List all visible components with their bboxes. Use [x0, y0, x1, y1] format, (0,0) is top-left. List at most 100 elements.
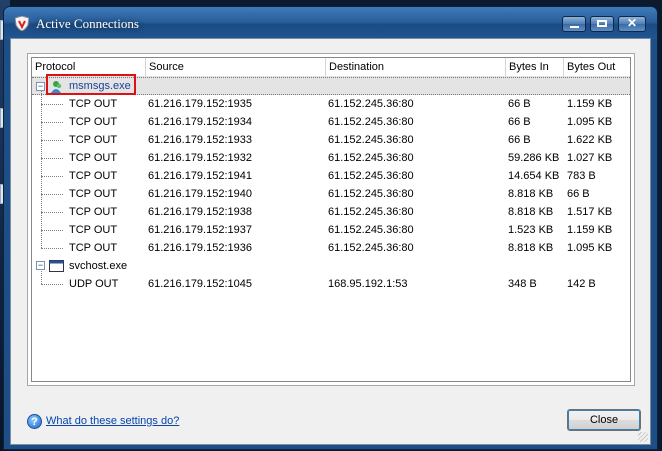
cell-destination: 61.152.245.36:80	[328, 206, 414, 218]
cell-source: 61.216.179.152:1933	[148, 134, 252, 146]
cell-protocol: TCP OUT	[69, 242, 118, 254]
cell-bytes-in: 59.286 KB	[508, 152, 560, 164]
cell-bytes-out: 1.517 KB	[567, 206, 613, 218]
cell-bytes-in: 1.523 KB	[508, 224, 554, 236]
cell-bytes-out: 1.095 KB	[567, 116, 613, 128]
cell-bytes-in: 8.818 KB	[508, 206, 554, 218]
resize-grip[interactable]	[638, 432, 648, 442]
cell-source: 61.216.179.152:1938	[148, 206, 252, 218]
tree-connector	[41, 176, 63, 177]
window-title: Active Connections	[36, 16, 139, 31]
connections-list[interactable]: Protocol Source Destination Bytes In Byt…	[31, 57, 631, 382]
tree-connector	[41, 122, 63, 123]
tree-connector	[41, 284, 63, 285]
cell-protocol: TCP OUT	[69, 152, 118, 164]
connection-row[interactable]: TCP OUT 61.216.179.152:1937 61.152.245.36:…	[32, 221, 630, 239]
maximize-icon	[597, 20, 607, 27]
connection-row[interactable]: TCP OUT 61.216.179.152:1932 61.152.245.36:…	[32, 149, 630, 167]
cell-bytes-in: 8.818 KB	[508, 242, 554, 254]
cell-bytes-in: 348 B	[508, 278, 537, 290]
cell-protocol: TCP OUT	[69, 98, 118, 110]
cell-source: 61.216.179.152:1045	[148, 278, 252, 290]
cell-bytes-out: 1.622 KB	[567, 134, 613, 146]
tree-connector	[41, 194, 63, 195]
connection-row[interactable]: TCP OUT 61.216.179.152:1935 61.152.245.36:…	[32, 95, 630, 113]
cell-protocol: TCP OUT	[69, 188, 118, 200]
cell-bytes-out: 1.159 KB	[567, 224, 613, 236]
cell-destination: 61.152.245.36:80	[328, 170, 414, 182]
maximize-button[interactable]	[590, 16, 614, 32]
process-group-row[interactable]: − msmsgs.exe	[32, 74, 630, 95]
minimize-icon	[570, 26, 579, 28]
cell-bytes-in: 66 B	[508, 98, 531, 110]
cell-destination: 61.152.245.36:80	[328, 98, 414, 110]
tree-connector	[41, 271, 42, 284]
help-link[interactable]: What do these settings do?	[46, 415, 179, 427]
window-close-button[interactable]: ✕	[618, 16, 646, 32]
cell-destination: 61.152.245.36:80	[328, 242, 414, 254]
cell-bytes-out: 142 B	[567, 278, 596, 290]
cell-source: 61.216.179.152:1936	[148, 242, 252, 254]
cell-bytes-out: 1.027 KB	[567, 152, 613, 164]
connection-row[interactable]: UDP OUT 61.216.179.152:1045 168.95.192.1:5…	[32, 275, 630, 293]
column-header-bytes-out[interactable]: Bytes Out	[564, 58, 630, 76]
cell-protocol: UDP OUT	[69, 278, 119, 290]
column-header-source[interactable]: Source	[146, 58, 326, 76]
cell-bytes-out: 1.159 KB	[567, 98, 613, 110]
connection-row[interactable]: TCP OUT 61.216.179.152:1934 61.152.245.36:…	[32, 113, 630, 131]
dialog-body: Protocol Source Destination Bytes In Byt…	[10, 38, 651, 445]
shield-icon	[15, 16, 29, 31]
cell-source: 61.216.179.152:1935	[148, 98, 252, 110]
cell-protocol: TCP OUT	[69, 206, 118, 218]
cell-source: 61.216.179.152:1937	[148, 224, 252, 236]
connection-row[interactable]: TCP OUT 61.216.179.152:1941 61.152.245.36:…	[32, 167, 630, 185]
cell-destination: 168.95.192.1:53	[328, 278, 408, 290]
cell-bytes-out: 66 B	[567, 188, 590, 200]
dialog-window: Active Connections ✕ Protocol Source Des…	[3, 6, 658, 450]
cell-bytes-in: 14.654 KB	[508, 170, 560, 182]
connection-row[interactable]: TCP OUT 61.216.179.152:1936 61.152.245.36:…	[32, 239, 630, 257]
process-group-row[interactable]: − svchost.exe	[32, 257, 630, 275]
cell-bytes-in: 8.818 KB	[508, 188, 554, 200]
title-bar[interactable]: Active Connections ✕	[4, 7, 657, 39]
cell-destination: 61.152.245.36:80	[328, 134, 414, 146]
cell-destination: 61.152.245.36:80	[328, 152, 414, 164]
cell-bytes-out: 1.095 KB	[567, 242, 613, 254]
cell-source: 61.216.179.152:1934	[148, 116, 252, 128]
cell-bytes-in: 66 B	[508, 116, 531, 128]
cell-protocol: TCP OUT	[69, 116, 118, 128]
tree-connector	[41, 140, 63, 141]
cell-destination: 61.152.245.36:80	[328, 188, 414, 200]
cell-protocol: TCP OUT	[69, 224, 118, 236]
connections-frame: Protocol Source Destination Bytes In Byt…	[27, 53, 635, 386]
collapse-icon[interactable]: −	[36, 82, 45, 91]
cell-protocol: TCP OUT	[69, 134, 118, 146]
cell-bytes-in: 66 B	[508, 134, 531, 146]
tree-connector	[41, 212, 63, 213]
connection-row[interactable]: TCP OUT 61.216.179.152:1933 61.152.245.36:…	[32, 131, 630, 149]
connection-row[interactable]: TCP OUT 61.216.179.152:1938 61.152.245.36:…	[32, 203, 630, 221]
highlight-box	[46, 74, 136, 95]
minimize-button[interactable]	[562, 16, 586, 32]
close-button[interactable]: Close	[567, 409, 641, 431]
application-window-icon	[49, 260, 64, 272]
cell-bytes-out: 783 B	[567, 170, 596, 182]
collapse-icon[interactable]: −	[36, 261, 45, 270]
tree-connector	[41, 104, 63, 105]
cell-protocol: TCP OUT	[69, 170, 118, 182]
column-header-destination[interactable]: Destination	[326, 58, 506, 76]
cell-destination: 61.152.245.36:80	[328, 224, 414, 236]
help-icon[interactable]: ?	[27, 414, 42, 429]
tree-connector	[41, 230, 63, 231]
cell-source: 61.216.179.152:1940	[148, 188, 252, 200]
cell-source: 61.216.179.152:1932	[148, 152, 252, 164]
cell-source: 61.216.179.152:1941	[148, 170, 252, 182]
tree-connector	[41, 248, 63, 249]
tree-connector	[41, 158, 63, 159]
column-header-bytes-in[interactable]: Bytes In	[506, 58, 564, 76]
cell-destination: 61.152.245.36:80	[328, 116, 414, 128]
process-name: svchost.exe	[69, 260, 128, 272]
connection-row[interactable]: TCP OUT 61.216.179.152:1940 61.152.245.36:…	[32, 185, 630, 203]
tree-connector	[41, 91, 42, 248]
close-icon: ✕	[626, 16, 638, 30]
